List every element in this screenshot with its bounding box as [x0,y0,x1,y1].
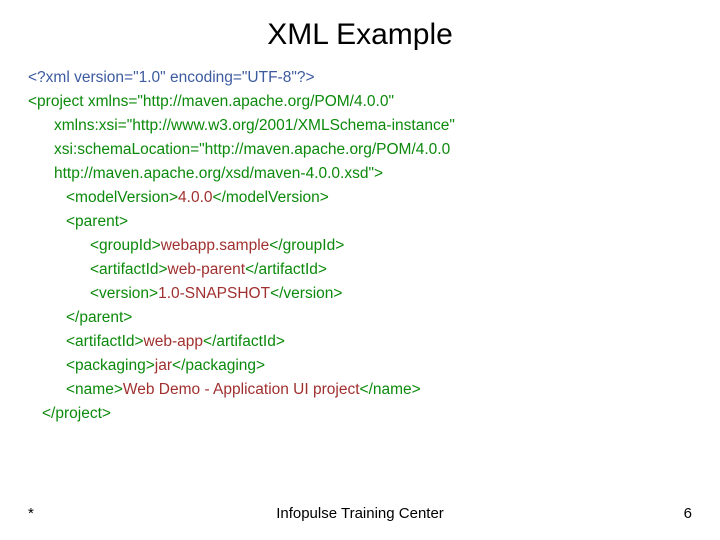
project-open-1: <project xmlns="http://maven.apache.org/… [28,90,692,114]
model-version-open: <modelVersion> [66,189,178,206]
project-open-4: http://maven.apache.org/xsd/maven-4.0.0.… [28,162,692,186]
parent-open: <parent> [28,210,692,234]
footer-left: * [28,505,34,522]
project-close: </project> [28,402,692,426]
model-version-line: <modelVersion>4.0.0</modelVersion> [28,186,692,210]
artifactid-parent-close: </artifactId> [245,261,327,278]
groupid-open: <groupId> [90,237,161,254]
artifactid-close: </artifactId> [203,333,285,350]
model-version-close: </modelVersion> [213,189,329,206]
name-line: <name>Web Demo - Application UI project<… [28,378,692,402]
xml-declaration: <?xml version="1.0" encoding="UTF-8"?> [28,66,692,90]
name-close: </name> [360,381,421,398]
packaging-line: <packaging>jar</packaging> [28,354,692,378]
model-version-text: 4.0.0 [178,189,212,206]
version-line: <version>1.0-SNAPSHOT</version> [28,282,692,306]
packaging-close: </packaging> [172,357,265,374]
page-number: 6 [684,505,692,522]
name-text: Web Demo - Application UI project [123,381,360,398]
code-block: <?xml version="1.0" encoding="UTF-8"?> <… [28,66,692,426]
slide: XML Example <?xml version="1.0" encoding… [0,0,720,540]
artifactid-parent-line: <artifactId>web-parent</artifactId> [28,258,692,282]
groupid-line: <groupId>webapp.sample</groupId> [28,234,692,258]
groupid-text: webapp.sample [161,237,270,254]
project-open-3: xsi:schemaLocation="http://maven.apache.… [28,138,692,162]
name-open: <name> [66,381,123,398]
artifactid-line: <artifactId>web-app</artifactId> [28,330,692,354]
artifactid-open: <artifactId> [66,333,144,350]
version-text: 1.0-SNAPSHOT [158,285,270,302]
project-open-2: xmlns:xsi="http://www.w3.org/2001/XMLSch… [28,114,692,138]
version-close: </version> [270,285,342,302]
slide-title: XML Example [28,18,692,52]
artifactid-text: web-app [144,333,203,350]
groupid-close: </groupId> [269,237,344,254]
parent-close: </parent> [28,306,692,330]
artifactid-parent-text: web-parent [168,261,246,278]
artifactid-parent-open: <artifactId> [90,261,168,278]
footer: * Infopulse Training Center 6 [0,505,720,522]
footer-center: Infopulse Training Center [28,505,692,522]
packaging-open: <packaging> [66,357,155,374]
packaging-text: jar [155,357,172,374]
version-open: <version> [90,285,158,302]
